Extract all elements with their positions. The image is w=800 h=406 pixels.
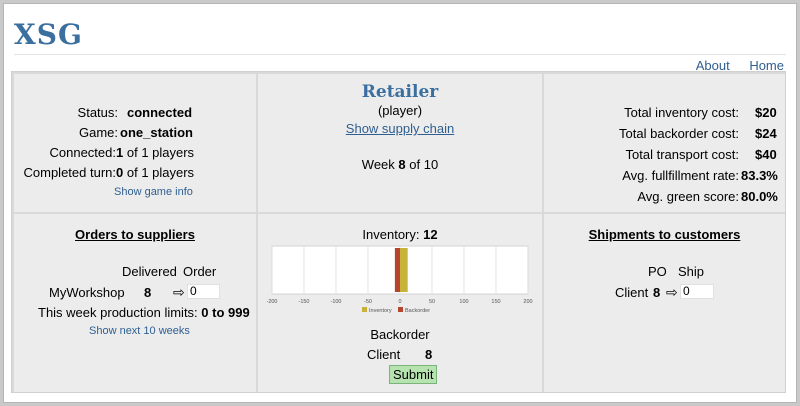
ship-input[interactable]: 0 xyxy=(680,284,714,299)
inventory-panel: Inventory: 12 -200 -150 -100 -50 0 50 100 150 20… xyxy=(258,214,542,392)
connected-count: 1 xyxy=(116,145,124,160)
inventory-label: Inventory: xyxy=(362,227,420,242)
completed-count: 0 xyxy=(116,165,124,180)
chart-tick-label: 50 xyxy=(429,299,435,305)
cost-value: $20 xyxy=(755,105,777,120)
costs-panel: Total inventory cost: $20 Total backorde… xyxy=(544,74,785,212)
cost-label: Avg. green score: xyxy=(637,189,739,204)
chart-tick-label: 0 xyxy=(398,299,401,305)
status-label: Status: xyxy=(77,105,118,120)
backorder-heading: Backorder xyxy=(370,327,430,342)
client-backorder: 8 xyxy=(425,347,433,362)
chart-legend-swatch xyxy=(398,307,403,312)
chart-tick-label: -50 xyxy=(364,299,372,305)
supplier-name: MyWorkshop xyxy=(49,285,125,300)
week-suffix: of 10 xyxy=(409,157,439,172)
inventory-value: 12 xyxy=(423,227,438,242)
cost-value: $40 xyxy=(755,147,777,162)
role-type: (player) xyxy=(377,103,423,118)
completed-label: Completed turn: xyxy=(23,165,117,180)
completed-text: 0 of 1 players xyxy=(116,165,194,180)
supplier-delivered: 8 xyxy=(144,285,152,300)
col-delivered: Delivered xyxy=(122,264,177,279)
inventory-heading: Inventory: 12 xyxy=(258,227,542,242)
col-order: Order xyxy=(183,264,217,279)
inventory-chart: -200 -150 -100 -50 0 50 100 150 200 Inventory Back… xyxy=(266,245,533,314)
shipments-panel: Shipments to customers PO Ship Client 8 … xyxy=(544,214,785,392)
header-divider xyxy=(14,54,786,55)
ship-client-po: 8 xyxy=(653,285,661,300)
chart-tick-label: -200 xyxy=(266,299,277,305)
orders-title: Orders to suppliers xyxy=(75,227,195,242)
chart-tick-label: 150 xyxy=(491,299,500,305)
chart-legend-label: Backorder xyxy=(405,308,430,314)
week-current: 8 xyxy=(398,157,406,172)
col-ship: Ship xyxy=(678,264,705,279)
completed-suffix: of 1 players xyxy=(126,165,195,180)
limits-text: This week production limits: 0 to 999 xyxy=(38,305,250,320)
client-label: Client xyxy=(367,347,401,362)
chart-tick-label: -150 xyxy=(298,299,309,305)
cost-label: Total backorder cost: xyxy=(619,126,739,141)
chart-tick-label: 100 xyxy=(459,299,468,305)
chart-tick-label: 200 xyxy=(523,299,532,305)
connected-label: Connected: xyxy=(49,145,117,160)
limits-value: 0 to 999 xyxy=(201,305,250,320)
col-po: PO xyxy=(648,264,667,279)
chart-tick-label: -100 xyxy=(330,299,341,305)
app-logo: XSG xyxy=(14,18,83,51)
game-value: one_station xyxy=(120,125,193,140)
chart-bar xyxy=(400,248,408,292)
role-title: Retailer xyxy=(361,82,439,102)
game-label: Game: xyxy=(78,125,118,140)
chart-legend-label: Inventory xyxy=(369,308,392,314)
cost-label: Total inventory cost: xyxy=(624,105,739,120)
dashboard-grid: Status: connected Game: one_station Conn… xyxy=(11,71,786,393)
arrow-right-icon: ⇨ xyxy=(173,284,185,300)
show-next-weeks-link[interactable]: Show next 10 weeks xyxy=(89,325,190,337)
cost-label: Total transport cost: xyxy=(625,147,739,162)
status-value: connected xyxy=(127,105,193,120)
limits-label: This week production limits: xyxy=(38,305,198,320)
week-prefix: Week xyxy=(361,157,395,172)
status-panel: Status: connected Game: one_station Conn… xyxy=(14,74,256,212)
cost-value: 83.3% xyxy=(741,168,778,183)
order-input[interactable]: 0 xyxy=(187,284,220,299)
chart-legend-swatch xyxy=(362,307,367,312)
cost-value: $24 xyxy=(755,126,777,141)
orders-panel: Orders to suppliers Delivered Order MyWo… xyxy=(14,214,256,392)
shipments-title: Shipments to customers xyxy=(588,227,741,242)
cost-label: Avg. fullfillment rate: xyxy=(622,168,739,183)
ship-client-label: Client xyxy=(615,285,649,300)
connected-suffix: of 1 players xyxy=(126,145,195,160)
arrow-right-icon: ⇨ xyxy=(666,284,678,300)
submit-button[interactable]: Submit xyxy=(389,365,438,384)
supply-chain-wrap: Show supply chain xyxy=(258,121,542,136)
cost-value: 80.0% xyxy=(741,189,778,204)
show-supply-chain-link[interactable]: Show supply chain xyxy=(346,121,454,136)
chart-bar xyxy=(394,248,400,292)
role-panel: Retailer (player) Show supply chain Week… xyxy=(258,74,542,212)
week-indicator: Week 8 of 10 xyxy=(258,157,542,172)
connected-text: 1 of 1 players xyxy=(116,145,194,160)
show-game-info-link[interactable]: Show game info xyxy=(114,186,193,198)
